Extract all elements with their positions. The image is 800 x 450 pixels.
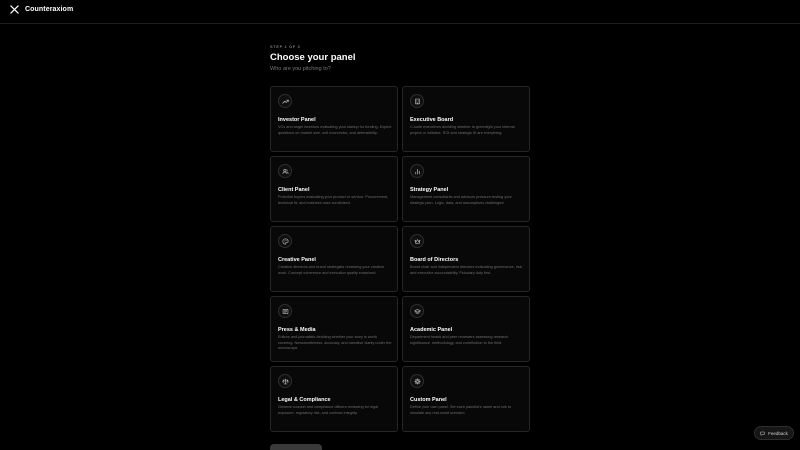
brand-name: Counteraxiom bbox=[25, 6, 74, 13]
panel-description: General counsel and compliance officers … bbox=[278, 405, 379, 415]
top-nav-bar: Counteraxiom bbox=[0, 0, 800, 24]
users-icon bbox=[282, 168, 289, 174]
panel-title: Investor Panel bbox=[278, 117, 316, 123]
panel-icon bbox=[410, 164, 424, 178]
step-indicator: STEP 1 OF 3 bbox=[270, 44, 301, 49]
panel-title: Creative Panel bbox=[278, 257, 316, 263]
brand[interactable]: Counteraxiom bbox=[10, 5, 73, 14]
panel-icon bbox=[278, 94, 292, 108]
panel-grid: Investor Panel VCs and angel investors e… bbox=[270, 86, 530, 432]
continue-button[interactable] bbox=[270, 444, 322, 450]
panel-card-press-media[interactable]: Press & Media Editors and journalists de… bbox=[270, 296, 398, 362]
panel-icon bbox=[278, 234, 292, 248]
graduation-cap-icon bbox=[413, 308, 421, 314]
trending-up-icon bbox=[281, 99, 289, 104]
panel-card-academic[interactable]: Academic Panel Department heads and peer… bbox=[402, 296, 530, 362]
panel-description: Management consultants and advisors pres… bbox=[410, 195, 512, 205]
panel-card-client[interactable]: Client Panel Potential buyers evaluating… bbox=[270, 156, 398, 222]
gear-icon bbox=[413, 377, 421, 385]
panel-title: Board of Directors bbox=[410, 257, 459, 263]
panel-icon bbox=[410, 374, 424, 388]
panel-card-executive-board[interactable]: Executive Board C-suite executives decid… bbox=[402, 86, 530, 152]
newspaper-icon bbox=[282, 308, 288, 314]
panel-title: Client Panel bbox=[278, 187, 310, 193]
panel-description: Editors and journalists deciding whether… bbox=[278, 335, 392, 351]
panel-title: Academic Panel bbox=[410, 327, 453, 333]
scale-icon bbox=[281, 378, 289, 384]
message-icon bbox=[760, 431, 765, 436]
panel-description: Define your own panel. Set each panelist… bbox=[410, 405, 512, 415]
crown-icon bbox=[414, 238, 420, 244]
panel-card-strategy[interactable]: Strategy Panel Management consultants an… bbox=[402, 156, 530, 222]
panel-description: Creative directors and brand strategists… bbox=[278, 265, 385, 275]
panel-description: Board chair and independent directors ev… bbox=[410, 265, 523, 275]
panel-icon bbox=[278, 374, 292, 388]
bar-chart-icon bbox=[414, 168, 420, 174]
feedback-button[interactable]: Feedback bbox=[754, 426, 794, 440]
panel-description: Department heads and peer reviewers asse… bbox=[410, 335, 509, 345]
panel-icon bbox=[410, 304, 424, 318]
panel-card-board-of-directors[interactable]: Board of Directors Board chair and indep… bbox=[402, 226, 530, 292]
panel-icon bbox=[278, 304, 292, 318]
feedback-label: Feedback bbox=[768, 430, 788, 436]
panel-description: Potential buyers evaluating your product… bbox=[278, 195, 389, 205]
panel-card-creative[interactable]: Creative Panel Creative directors and br… bbox=[270, 226, 398, 292]
palette-icon bbox=[282, 238, 288, 244]
panel-title: Strategy Panel bbox=[410, 187, 449, 193]
panel-description: C-suite executives deciding whether to g… bbox=[410, 125, 515, 135]
building-icon bbox=[414, 98, 420, 104]
panel-card-legal-compliance[interactable]: Legal & Compliance General counsel and c… bbox=[270, 366, 398, 432]
page-subtitle: Who are you pitching to? bbox=[270, 66, 331, 72]
x-logo-icon bbox=[10, 5, 19, 14]
panel-title: Press & Media bbox=[278, 327, 316, 333]
panel-title: Legal & Compliance bbox=[278, 397, 331, 403]
panel-icon bbox=[278, 164, 292, 178]
panel-icon bbox=[410, 234, 424, 248]
panel-title: Executive Board bbox=[410, 117, 454, 123]
panel-icon bbox=[410, 94, 424, 108]
page-title: Choose your panel bbox=[270, 52, 356, 63]
panel-card-investor[interactable]: Investor Panel VCs and angel investors e… bbox=[270, 86, 398, 152]
panel-card-custom[interactable]: Custom Panel Define your own panel. Set … bbox=[402, 366, 530, 432]
panel-description: VCs and angel investors evaluating your … bbox=[278, 125, 392, 135]
panel-title: Custom Panel bbox=[410, 397, 447, 403]
